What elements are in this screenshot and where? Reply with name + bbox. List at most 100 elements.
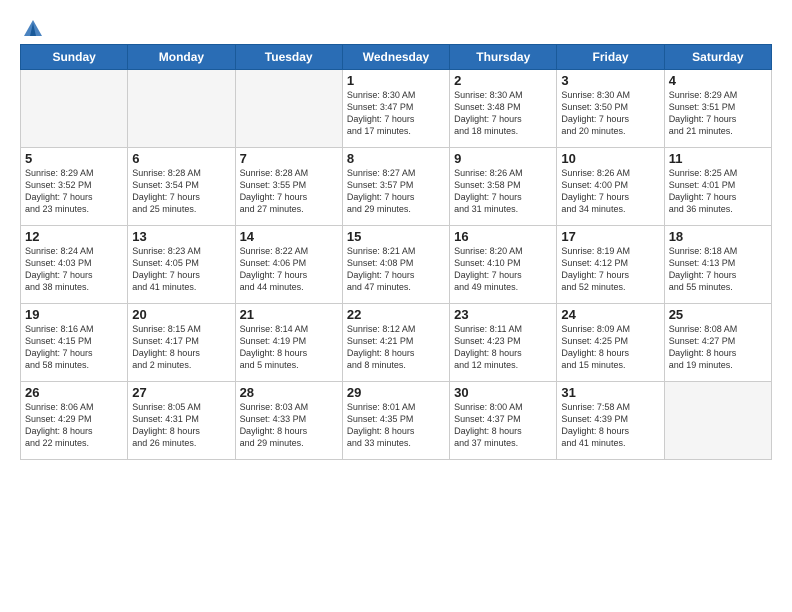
day-number: 3: [561, 73, 659, 88]
day-number: 9: [454, 151, 552, 166]
calendar-cell: 24Sunrise: 8:09 AMSunset: 4:25 PMDayligh…: [557, 304, 664, 382]
day-info: Sunrise: 8:16 AMSunset: 4:15 PMDaylight:…: [25, 323, 123, 372]
calendar-cell: 19Sunrise: 8:16 AMSunset: 4:15 PMDayligh…: [21, 304, 128, 382]
day-info: Sunrise: 8:22 AMSunset: 4:06 PMDaylight:…: [240, 245, 338, 294]
calendar-cell: 27Sunrise: 8:05 AMSunset: 4:31 PMDayligh…: [128, 382, 235, 460]
day-header-tuesday: Tuesday: [235, 45, 342, 70]
day-info: Sunrise: 8:08 AMSunset: 4:27 PMDaylight:…: [669, 323, 767, 372]
day-number: 5: [25, 151, 123, 166]
calendar-cell: 8Sunrise: 8:27 AMSunset: 3:57 PMDaylight…: [342, 148, 449, 226]
day-info: Sunrise: 8:25 AMSunset: 4:01 PMDaylight:…: [669, 167, 767, 216]
calendar-cell: [21, 70, 128, 148]
day-info: Sunrise: 8:28 AMSunset: 3:55 PMDaylight:…: [240, 167, 338, 216]
calendar-cell: 14Sunrise: 8:22 AMSunset: 4:06 PMDayligh…: [235, 226, 342, 304]
calendar-cell: 18Sunrise: 8:18 AMSunset: 4:13 PMDayligh…: [664, 226, 771, 304]
calendar-cell: 25Sunrise: 8:08 AMSunset: 4:27 PMDayligh…: [664, 304, 771, 382]
day-info: Sunrise: 8:00 AMSunset: 4:37 PMDaylight:…: [454, 401, 552, 450]
day-number: 29: [347, 385, 445, 400]
day-info: Sunrise: 8:11 AMSunset: 4:23 PMDaylight:…: [454, 323, 552, 372]
day-number: 14: [240, 229, 338, 244]
calendar-cell: 5Sunrise: 8:29 AMSunset: 3:52 PMDaylight…: [21, 148, 128, 226]
calendar-cell: [664, 382, 771, 460]
day-number: 26: [25, 385, 123, 400]
day-info: Sunrise: 8:27 AMSunset: 3:57 PMDaylight:…: [347, 167, 445, 216]
day-info: Sunrise: 8:24 AMSunset: 4:03 PMDaylight:…: [25, 245, 123, 294]
calendar-cell: [128, 70, 235, 148]
day-info: Sunrise: 8:30 AMSunset: 3:50 PMDaylight:…: [561, 89, 659, 138]
day-number: 23: [454, 307, 552, 322]
day-number: 20: [132, 307, 230, 322]
day-header-monday: Monday: [128, 45, 235, 70]
calendar-cell: 7Sunrise: 8:28 AMSunset: 3:55 PMDaylight…: [235, 148, 342, 226]
day-number: 22: [347, 307, 445, 322]
calendar-cell: 17Sunrise: 8:19 AMSunset: 4:12 PMDayligh…: [557, 226, 664, 304]
day-info: Sunrise: 8:06 AMSunset: 4:29 PMDaylight:…: [25, 401, 123, 450]
logo-icon: [22, 18, 44, 40]
day-info: Sunrise: 8:01 AMSunset: 4:35 PMDaylight:…: [347, 401, 445, 450]
day-info: Sunrise: 8:26 AMSunset: 4:00 PMDaylight:…: [561, 167, 659, 216]
day-info: Sunrise: 8:15 AMSunset: 4:17 PMDaylight:…: [132, 323, 230, 372]
calendar-cell: 13Sunrise: 8:23 AMSunset: 4:05 PMDayligh…: [128, 226, 235, 304]
day-info: Sunrise: 8:29 AMSunset: 3:51 PMDaylight:…: [669, 89, 767, 138]
day-info: Sunrise: 8:12 AMSunset: 4:21 PMDaylight:…: [347, 323, 445, 372]
day-number: 11: [669, 151, 767, 166]
day-info: Sunrise: 8:14 AMSunset: 4:19 PMDaylight:…: [240, 323, 338, 372]
day-number: 18: [669, 229, 767, 244]
day-number: 21: [240, 307, 338, 322]
day-number: 10: [561, 151, 659, 166]
day-info: Sunrise: 8:28 AMSunset: 3:54 PMDaylight:…: [132, 167, 230, 216]
calendar-cell: 29Sunrise: 8:01 AMSunset: 4:35 PMDayligh…: [342, 382, 449, 460]
day-info: Sunrise: 8:30 AMSunset: 3:47 PMDaylight:…: [347, 89, 445, 138]
calendar-cell: 26Sunrise: 8:06 AMSunset: 4:29 PMDayligh…: [21, 382, 128, 460]
day-info: Sunrise: 8:30 AMSunset: 3:48 PMDaylight:…: [454, 89, 552, 138]
day-number: 31: [561, 385, 659, 400]
day-number: 2: [454, 73, 552, 88]
day-number: 28: [240, 385, 338, 400]
day-info: Sunrise: 8:18 AMSunset: 4:13 PMDaylight:…: [669, 245, 767, 294]
day-info: Sunrise: 8:05 AMSunset: 4:31 PMDaylight:…: [132, 401, 230, 450]
day-number: 16: [454, 229, 552, 244]
day-number: 12: [25, 229, 123, 244]
calendar-cell: 22Sunrise: 8:12 AMSunset: 4:21 PMDayligh…: [342, 304, 449, 382]
calendar-cell: 30Sunrise: 8:00 AMSunset: 4:37 PMDayligh…: [450, 382, 557, 460]
day-info: Sunrise: 8:20 AMSunset: 4:10 PMDaylight:…: [454, 245, 552, 294]
day-number: 25: [669, 307, 767, 322]
calendar-cell: 16Sunrise: 8:20 AMSunset: 4:10 PMDayligh…: [450, 226, 557, 304]
day-number: 4: [669, 73, 767, 88]
day-number: 8: [347, 151, 445, 166]
day-info: Sunrise: 8:29 AMSunset: 3:52 PMDaylight:…: [25, 167, 123, 216]
day-info: Sunrise: 8:03 AMSunset: 4:33 PMDaylight:…: [240, 401, 338, 450]
calendar-cell: 20Sunrise: 8:15 AMSunset: 4:17 PMDayligh…: [128, 304, 235, 382]
calendar-cell: 1Sunrise: 8:30 AMSunset: 3:47 PMDaylight…: [342, 70, 449, 148]
day-number: 24: [561, 307, 659, 322]
day-info: Sunrise: 8:21 AMSunset: 4:08 PMDaylight:…: [347, 245, 445, 294]
day-number: 1: [347, 73, 445, 88]
calendar-page: SundayMondayTuesdayWednesdayThursdayFrid…: [0, 0, 792, 612]
calendar-cell: 6Sunrise: 8:28 AMSunset: 3:54 PMDaylight…: [128, 148, 235, 226]
day-info: Sunrise: 8:19 AMSunset: 4:12 PMDaylight:…: [561, 245, 659, 294]
calendar-cell: [235, 70, 342, 148]
day-number: 17: [561, 229, 659, 244]
calendar-cell: 2Sunrise: 8:30 AMSunset: 3:48 PMDaylight…: [450, 70, 557, 148]
calendar-cell: 10Sunrise: 8:26 AMSunset: 4:00 PMDayligh…: [557, 148, 664, 226]
day-header-thursday: Thursday: [450, 45, 557, 70]
calendar-cell: 11Sunrise: 8:25 AMSunset: 4:01 PMDayligh…: [664, 148, 771, 226]
calendar-cell: 21Sunrise: 8:14 AMSunset: 4:19 PMDayligh…: [235, 304, 342, 382]
day-info: Sunrise: 8:09 AMSunset: 4:25 PMDaylight:…: [561, 323, 659, 372]
calendar-cell: 9Sunrise: 8:26 AMSunset: 3:58 PMDaylight…: [450, 148, 557, 226]
day-number: 15: [347, 229, 445, 244]
day-number: 19: [25, 307, 123, 322]
calendar-cell: 4Sunrise: 8:29 AMSunset: 3:51 PMDaylight…: [664, 70, 771, 148]
day-number: 7: [240, 151, 338, 166]
calendar-table: SundayMondayTuesdayWednesdayThursdayFrid…: [20, 44, 772, 460]
calendar-cell: 28Sunrise: 8:03 AMSunset: 4:33 PMDayligh…: [235, 382, 342, 460]
header: [20, 18, 772, 36]
day-header-friday: Friday: [557, 45, 664, 70]
day-header-wednesday: Wednesday: [342, 45, 449, 70]
calendar-cell: 3Sunrise: 8:30 AMSunset: 3:50 PMDaylight…: [557, 70, 664, 148]
day-info: Sunrise: 8:26 AMSunset: 3:58 PMDaylight:…: [454, 167, 552, 216]
calendar-cell: 12Sunrise: 8:24 AMSunset: 4:03 PMDayligh…: [21, 226, 128, 304]
calendar-cell: 31Sunrise: 7:58 AMSunset: 4:39 PMDayligh…: [557, 382, 664, 460]
calendar-cell: 15Sunrise: 8:21 AMSunset: 4:08 PMDayligh…: [342, 226, 449, 304]
day-header-sunday: Sunday: [21, 45, 128, 70]
